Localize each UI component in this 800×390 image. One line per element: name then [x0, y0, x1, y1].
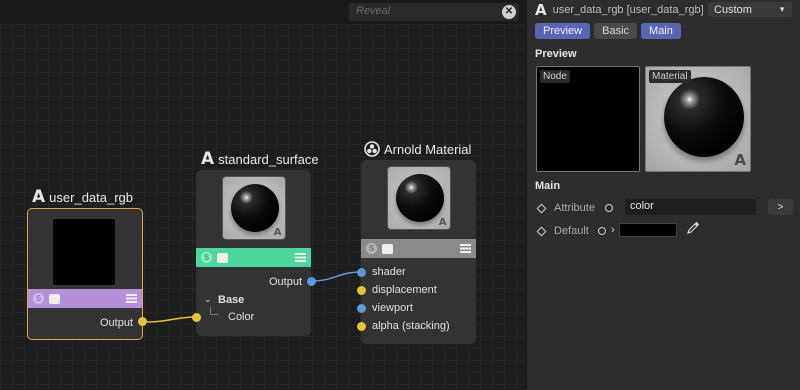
image-icon[interactable] — [49, 293, 60, 304]
user-data-output-port[interactable] — [138, 317, 147, 326]
arnold-logo-icon: A — [32, 187, 46, 207]
standard-surface-node[interactable]: A S Output ⌄ Base Color — [196, 170, 311, 336]
attribute-expand-button[interactable]: > — [768, 199, 793, 215]
sphere-preview — [395, 174, 444, 222]
output-port-label: Output — [100, 317, 134, 329]
material-thumbnail: A — [221, 176, 286, 240]
panel-tabs: Preview Basic Main — [535, 23, 681, 39]
wire-user-data-to-color — [145, 316, 197, 323]
node-toolbar: S — [196, 248, 311, 267]
arnold-material-node[interactable]: A S shader displacement viewport alpha (… — [361, 160, 476, 344]
color-picker-icon[interactable] — [686, 221, 700, 235]
shading-icon[interactable]: S — [201, 252, 212, 263]
menu-icon[interactable] — [460, 244, 471, 253]
shading-icon[interactable]: S — [33, 293, 44, 304]
node-preview: Node — [536, 66, 640, 172]
node-preview-label: Node — [540, 70, 570, 83]
tab-preview[interactable]: Preview — [535, 23, 591, 39]
tab-main[interactable]: Main — [641, 23, 681, 39]
default-color-swatch[interactable] — [619, 223, 677, 237]
viewport-input-label: viewport — [372, 302, 413, 314]
standard-surface-output-port[interactable] — [307, 277, 316, 286]
shader-input-label: shader — [372, 266, 406, 278]
shader-input-port[interactable] — [357, 268, 366, 277]
displacement-input-label: displacement — [372, 284, 437, 296]
arnold-logo-icon: A — [535, 0, 547, 19]
material-output-icon — [364, 141, 380, 157]
viewport-input-port[interactable] — [357, 304, 366, 313]
user-data-rgb-node[interactable]: S Output — [27, 208, 143, 340]
color-input-label: Color — [228, 311, 255, 323]
main-section-label: Main — [535, 180, 561, 192]
node-graph-canvas[interactable]: Reveal ✕ A user_data_rgb S Output A stan… — [0, 0, 526, 390]
tree-branch — [210, 307, 218, 315]
arnold-logo-icon: A — [201, 149, 215, 169]
chevron-down-icon[interactable]: ⌄ — [204, 294, 212, 305]
material-preview: Material A — [645, 66, 751, 172]
chevron-down-icon: ▼ — [778, 5, 786, 14]
tab-basic[interactable]: Basic — [594, 23, 638, 39]
connection-ring-icon[interactable] — [605, 204, 613, 212]
attribute-input[interactable]: color — [625, 199, 756, 215]
preset-dropdown[interactable]: Custom ▼ — [708, 2, 792, 17]
user-data-rgb-node-title: A user_data_rgb — [32, 187, 134, 207]
arnold-logo-icon: A — [734, 151, 746, 169]
preview-section-label: Preview — [535, 48, 577, 60]
node-thumbnail — [53, 219, 115, 285]
base-group-label[interactable]: Base — [218, 294, 244, 306]
wire-surface-to-shader — [310, 271, 362, 282]
alpha-input-port[interactable] — [357, 322, 366, 331]
arnold-logo-icon: A — [273, 227, 282, 238]
attribute-label: Attribute — [554, 202, 595, 214]
sphere-preview — [664, 77, 744, 157]
alpha-input-label: alpha (stacking) — [372, 320, 450, 332]
panel-title: user_data_rgb [user_data_rgb] — [552, 4, 704, 16]
sphere-preview — [230, 184, 279, 232]
arnold-material-node-title: Arnold Material — [364, 141, 471, 157]
node-toolbar: S — [361, 239, 476, 258]
default-label: Default — [554, 225, 589, 237]
material-preview-label: Material — [649, 70, 691, 83]
material-thumbnail: A — [386, 166, 451, 230]
displacement-input-port[interactable] — [357, 286, 366, 295]
arnold-logo-icon: A — [438, 217, 447, 228]
keyframe-diamond-icon[interactable] — [536, 226, 547, 236]
menu-icon[interactable] — [295, 253, 306, 262]
output-port-label: Output — [269, 276, 303, 288]
image-icon[interactable] — [382, 243, 393, 254]
connection-ring-icon[interactable] — [598, 227, 606, 235]
standard-surface-node-title: A standard_surface — [201, 149, 319, 169]
shading-icon[interactable]: S — [366, 243, 377, 254]
keyframe-diamond-icon[interactable] — [536, 203, 547, 213]
chevron-right-icon[interactable]: › — [611, 224, 615, 236]
menu-icon[interactable] — [126, 294, 137, 303]
color-input-port[interactable] — [192, 313, 201, 322]
image-icon[interactable] — [217, 252, 228, 263]
node-toolbar: S — [28, 289, 142, 308]
